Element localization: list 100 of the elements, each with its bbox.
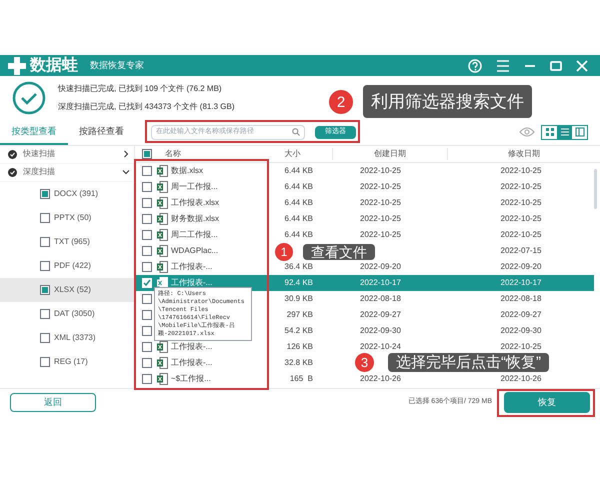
modified-date: 2022-10-26 [500,374,542,383]
modified-date: 2022-10-25 [500,198,542,207]
file-size: 6.44 KB [284,230,313,239]
checkbox[interactable] [40,284,50,295]
file-size: 6.44 KB [284,182,313,191]
spreadsheet-file-icon [157,180,168,193]
file-size: 92.4 KB [284,278,313,287]
check-circle-icon [12,80,46,115]
menu-icon[interactable] [496,60,510,72]
file-row[interactable]: 财务数据.xlsx 6.44 KB 2022-10-25 2022-10-25 [135,210,594,227]
view-tab[interactable]: 按路径查看 [68,120,135,145]
scan-group-label: 深度扫描 [23,166,56,178]
file-row[interactable]: 周二工作报... 6.44 KB 2022-10-25 2022-10-25 [135,226,594,243]
modified-date: 2022-10-25 [500,342,542,351]
created-date: 2022-10-26 [360,374,401,383]
checkbox[interactable] [40,332,50,343]
column-header[interactable]: 名称 [157,148,253,160]
checkbox[interactable] [142,148,152,159]
step-badge-tooltip: 3 [355,353,374,372]
checkbox[interactable] [40,260,50,271]
file-name: 工作报表.xlsx [171,196,219,209]
checkbox[interactable] [142,374,152,384]
checkbox[interactable] [142,214,152,224]
file-row[interactable]: 工作报表-... 126 KB 2022-10-24 2022-10-25 [135,338,594,355]
created-date: 2022-09-27 [360,310,401,319]
plus-logo-icon [8,56,26,74]
help-icon[interactable] [468,58,482,72]
list-view-button[interactable] [557,126,572,139]
annotation-tooltip: 利用筛选器搜索文件 [363,85,532,118]
file-row[interactable]: 工作报表.xlsx 6.44 KB 2022-10-25 2022-10-25 [135,194,594,211]
step-badge-tooltip: 2 [329,90,353,114]
file-type-item[interactable]: DAT (3050) [0,302,134,326]
checkbox[interactable] [40,308,50,319]
maximize-icon[interactable] [550,60,562,70]
file-type-item[interactable]: PPTX (50) [0,206,134,230]
file-type-item[interactable]: TXT (965) [0,230,134,254]
created-date: 2022-10-25 [360,166,401,175]
spreadsheet-file-icon [157,212,168,225]
column-header[interactable]: 修改日期 [448,148,600,160]
created-date: 2022-08-18 [360,294,401,303]
app-subtitle: 数据恢复专家 [90,58,144,72]
created-date: 2022-10-25 [360,182,401,191]
file-row[interactable]: 数据.xlsx 6.44 KB 2022-10-25 2022-10-25 [135,162,594,179]
file-type-item[interactable]: PDF (422) [0,254,134,278]
modified-date: 2022-08-18 [500,294,542,303]
checkbox[interactable] [40,212,50,223]
checkbox[interactable] [142,230,152,240]
checkbox[interactable] [142,358,152,368]
file-type-item[interactable]: XML (3373) [0,326,134,350]
file-type-item[interactable]: XLSX (52) [0,278,134,302]
file-type-label: XLSX (52) [54,284,91,296]
column-header[interactable]: 大小 [253,148,333,160]
app-name: 数据蛙 [30,56,78,76]
file-name: ~$工作报... [171,372,211,385]
back-button[interactable]: 返回 [10,393,96,412]
scan-group-item[interactable]: 快速扫描 [0,146,134,164]
file-type-label: PDF (422) [54,260,91,272]
file-row[interactable]: ~$工作报... 165 B 2022-10-26 2022-10-26 [135,370,594,387]
checkbox[interactable] [40,356,50,367]
checkbox[interactable] [142,310,152,320]
checkbox[interactable] [142,326,152,336]
checkbox[interactable] [142,294,152,304]
minimize-icon[interactable] [524,64,536,68]
file-size: 6.44 KB [284,214,313,223]
checkbox[interactable] [142,342,152,352]
checkbox[interactable] [142,182,152,192]
checkbox[interactable] [142,246,152,256]
file-type-label: XML (3373) [54,332,96,344]
checkbox[interactable] [40,188,50,199]
modified-date: 2022-10-25 [500,166,542,175]
scan-group-item[interactable]: 深度扫描 [0,164,134,182]
list-icon [560,127,570,138]
created-date: 2022-10-25 [360,198,401,207]
checkbox[interactable] [142,262,152,272]
modified-date: 2022-10-17 [500,278,542,287]
file-type-item[interactable]: REG (17) [0,350,134,374]
file-row[interactable]: 周一工作报... 6.44 KB 2022-10-25 2022-10-25 [135,178,594,195]
file-row[interactable]: 工作报表-... 36.4 KB 2022-09-20 2022-09-20 [135,258,594,275]
file-row[interactable]: 工作报表-... 92.4 KB 2022-10-17 2022-10-17 [135,274,594,291]
checkbox[interactable] [142,198,152,208]
file-name: 周一工作报... [171,180,218,193]
file-size: 165 B [290,374,313,383]
restore-button[interactable]: 恢复 [504,392,590,414]
annotation-tooltip: 查看文件 [303,244,375,260]
file-size: 54.2 KB [284,326,313,335]
created-date: 2022-10-25 [360,230,401,239]
spreadsheet-file-icon [157,244,168,257]
file-size: 6.44 KB [284,166,313,175]
close-icon[interactable] [576,60,588,72]
modified-date: 2022-10-25 [500,230,542,239]
check-icon [8,150,17,159]
scrollbar-thumb[interactable] [594,168,597,209]
checkbox[interactable] [40,236,50,247]
file-name: 周二工作报... [171,228,218,241]
view-tab[interactable]: 按类型查看 [0,120,68,145]
file-size: 30.9 KB [284,294,313,303]
checkbox[interactable] [142,166,152,176]
annotation-tooltip: 选择完毕后点击“恢复” [388,353,549,372]
file-type-item[interactable]: DOCX (391) [0,182,134,206]
column-header[interactable]: 创建日期 [333,148,448,160]
